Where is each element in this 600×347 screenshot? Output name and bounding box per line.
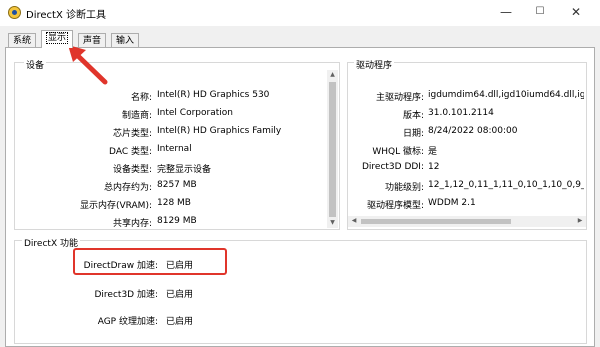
driver-value-d3d-ddi: 12 [428,162,440,172]
feature-label-agp-texture: AGP 纹理加速: [97,317,158,327]
driver-value-version: 31.0.101.2114 [428,108,494,118]
directx-app-icon [8,6,21,19]
scroll-down-arrow-icon[interactable]: ▼ [327,219,338,226]
driver-label-version: 版本: [402,111,424,121]
directdraw-highlight-box [73,248,227,275]
scroll-right-arrow-icon[interactable]: ▶ [575,217,585,224]
driver-label-main-driver: 主驱动程序: [375,93,424,103]
close-button[interactable]: ✕ [560,0,592,26]
driver-value-feature-levels: 12_1,12_0,11_1,11_0,10_1,10_0,9_3,9_2 [428,180,584,190]
device-label-dac-type: DAC 类型: [109,147,152,157]
minimize-button[interactable]: — [490,0,522,26]
driver-group-title: 驱动程序 [354,58,395,71]
driver-label-whql: WHQL 徽标: [372,147,424,157]
driver-horizontal-scrollbar-thumb[interactable] [361,219,511,224]
device-value-total-memory: 8257 MB [157,180,197,190]
device-label-chip-type: 芯片类型: [112,129,152,139]
tab-display[interactable]: 显示 [41,30,74,48]
driver-value-driver-model: WDDM 2.1 [428,198,476,208]
directx-features-group-title: DirectX 功能 [22,236,80,249]
device-label-vram: 显示内存(VRAM): [79,201,152,211]
device-label-device-type: 设备类型: [112,165,152,175]
feature-label-direct3d: Direct3D 加速: [94,290,159,300]
device-value-chip-type: Intel(R) HD Graphics Family [157,126,282,136]
scroll-up-arrow-icon[interactable]: ▲ [327,71,338,78]
driver-info-list[interactable]: 主驱动程序: igdumdim64.dll,igd10iumd64.dll,ig… [352,74,584,214]
driver-value-whql: 是 [428,147,438,157]
driver-label-driver-model: 驱动程序模型: [366,201,424,211]
device-label-name: 名称: [130,93,152,103]
device-value-vram: 128 MB [157,198,191,208]
device-value-dac-type: Internal [157,144,192,154]
driver-value-date: 8/24/2022 08:00:00 [428,126,518,136]
driver-value-main-driver: igdumdim64.dll,igd10iumd64.dll,igd1 [428,90,584,100]
device-value-shared-memory: 8129 MB [157,216,197,226]
device-value-manufacturer: Intel Corporation [157,108,233,118]
device-label-manufacturer: 制造商: [121,111,152,121]
device-group-title: 设备 [24,58,47,71]
driver-label-feature-levels: 功能级别: [384,183,424,193]
driver-label-d3d-ddi: Direct3D DDI: [361,162,424,172]
device-label-shared-memory: 共享内存: [112,219,152,229]
tab-system-label: 系统 [13,36,32,46]
device-label-total-memory: 总内存约为: [103,183,152,193]
device-value-device-type: 完整显示设备 [157,165,212,175]
device-value-name: Intel(R) HD Graphics 530 [157,90,270,100]
maximize-button[interactable]: ☐ [524,0,556,26]
scroll-left-arrow-icon[interactable]: ◀ [349,217,359,224]
feature-value-direct3d: 已启用 [166,290,194,300]
window-title: DirectX 诊断工具 [26,10,106,21]
tab-display-label: 显示 [46,32,69,44]
driver-label-date: 日期: [402,129,424,139]
tab-system[interactable]: 系统 [8,33,37,48]
device-scrollbar-thumb[interactable] [329,82,336,217]
feature-value-agp-texture: 已启用 [166,317,194,327]
